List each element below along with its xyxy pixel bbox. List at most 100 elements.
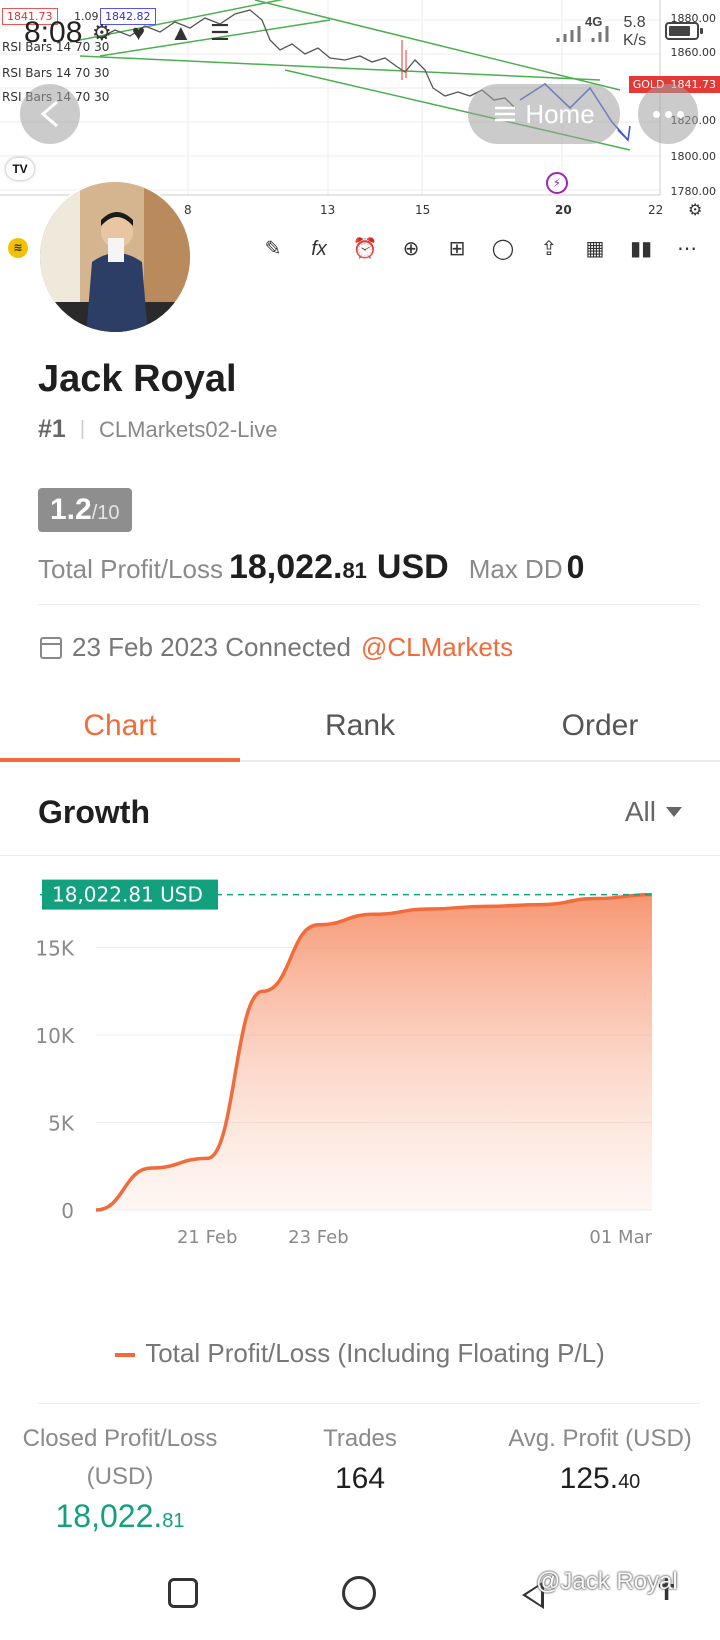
current-value-label: 18,022.81 USD [52, 883, 203, 907]
more-icon[interactable]: ⋯ [672, 234, 702, 264]
y-axis-label: 1800.00 [670, 150, 717, 163]
more-dot-icon [676, 110, 684, 118]
notification-icon: ☰ [210, 20, 230, 45]
pen-icon[interactable]: ✎ [258, 234, 288, 264]
x-tick-label: 01 Mar [589, 1227, 652, 1248]
status-time: 8:08 [24, 16, 83, 49]
legend-swatch [115, 1353, 136, 1358]
back-button[interactable] [20, 84, 80, 144]
alert-icon: ▲ [170, 20, 192, 45]
stat-closed-dec: 81 [162, 1510, 185, 1532]
more-dot-icon [664, 110, 672, 118]
network-speed-value: 5.8 [623, 14, 646, 31]
stat-trades-value: 164 [334, 1462, 386, 1495]
formula-icon[interactable]: fx [304, 234, 334, 264]
y-axis-label: 1780.00 [670, 185, 717, 198]
avatar[interactable] [38, 180, 192, 334]
connected-line: 23 Feb 2023 Connected @CLMarkets [40, 632, 513, 663]
menu-icon [495, 106, 516, 122]
network-speed-unit: K/s [623, 32, 647, 49]
y-tick-label: 20K [35, 870, 74, 873]
home-nav-button[interactable] [342, 1576, 376, 1610]
y-tick-label: 10K [35, 1024, 74, 1048]
calendar-icon[interactable]: ▦ [580, 234, 610, 264]
range-dropdown[interactable]: All [625, 796, 682, 828]
stat-closed-label: Closed Profit/Loss (USD) [22, 1425, 218, 1490]
score-max: /10 [91, 502, 120, 524]
calendar-icon [40, 636, 62, 659]
divider: | [79, 418, 86, 440]
total-pl-decimal: 81 [342, 558, 367, 583]
stat-avg-label: Avg. Profit (USD) [508, 1425, 692, 1452]
tab-order[interactable]: Order [480, 690, 720, 760]
plus-circle-icon[interactable]: ⊕ [396, 234, 426, 264]
score-badge: 1.2 /10 [38, 488, 132, 532]
total-pl-currency: USD [376, 548, 449, 586]
tab-bar: Chart Rank Order [0, 690, 720, 762]
battery-icon [665, 22, 703, 40]
x-axis-label: 8 [184, 203, 192, 217]
score-value: 1.2 [50, 493, 92, 526]
y-tick-label: 5K [48, 1112, 75, 1136]
y-tick-label: 15K [35, 937, 74, 961]
tab-rank[interactable]: Rank [240, 690, 480, 760]
x-axis-label: 20 [555, 203, 572, 217]
growth-chart[interactable]: 0 5K 10K 15K 20K 21 Feb 23 Feb 01 Mar 18,022.8… [0, 870, 720, 1310]
chart-settings-icon[interactable]: ⚙ [688, 200, 702, 220]
legend-label: Total Profit/Loss (Including Floating P/… [145, 1338, 605, 1368]
watermark: @Jack Royal [536, 1568, 678, 1595]
tab-chart[interactable]: Chart [0, 690, 240, 762]
network-speed: 5.8 K/s [623, 14, 646, 50]
x-axis-label: 22 [648, 203, 664, 217]
stats-row: Closed Profit/Loss (USD) 18,022.81 Trade… [0, 1420, 720, 1550]
stat-closed-pl: Closed Profit/Loss (USD) 18,022.81 [0, 1420, 240, 1550]
settings-gear-icon: ⚙ [92, 20, 112, 45]
alarm-icon[interactable]: ⏰ [350, 234, 380, 264]
flash-icon[interactable]: ⚡ [546, 172, 568, 194]
avatar-photo [40, 182, 190, 332]
stat-avg-int: 125. [559, 1462, 619, 1495]
growth-header: Growth All [0, 766, 720, 856]
chevron-left-icon [40, 100, 58, 128]
divider [38, 604, 700, 605]
stat-trades-label: Trades [323, 1425, 397, 1452]
battery-level-fill [669, 26, 690, 36]
connected-date: 23 Feb 2023 Connected [72, 632, 351, 662]
max-dd-value: 0 [566, 549, 585, 585]
max-dd-label: Max DD [468, 554, 563, 584]
stat-closed-int: 18,022. [55, 1498, 163, 1534]
server-name: CLMarkets02-Live [99, 416, 278, 442]
network-type: 4G [585, 14, 603, 29]
x-axis-label: 15 [415, 203, 431, 217]
stat-trades: Trades 164 [240, 1420, 480, 1550]
tradingview-logo-icon: TV [6, 158, 34, 180]
stat-closed-value: 18,022.81 [0, 1498, 240, 1535]
stat-avg-dec: 40 [618, 1471, 641, 1493]
recent-apps-button[interactable] [168, 1578, 198, 1608]
share-icon[interactable]: ⇪ [534, 234, 564, 264]
profile-name: Jack Royal [38, 358, 237, 400]
home-button[interactable]: Home [468, 84, 620, 144]
rank-line: #1 | CLMarkets02-Live [38, 415, 278, 444]
stat-avg-value: 125.40 [480, 1462, 720, 1496]
home-button-label: Home [525, 98, 595, 129]
chart-legend: Total Profit/Loss (Including Floating P/… [0, 1338, 720, 1369]
total-pl-label: Total Profit/Loss [38, 554, 223, 584]
shield-icon: ♥ [132, 20, 146, 45]
stat-avg-profit: Avg. Profit (USD) 125.40 [480, 1420, 720, 1550]
range-value: All [624, 796, 656, 827]
x-axis-label: 13 [320, 203, 336, 217]
total-pl-integer: 18,022. [228, 548, 343, 586]
y-tick-label: 0 [61, 1199, 74, 1223]
growth-title: Growth [38, 794, 150, 830]
total-profit-loss-line: Total Profit/Loss 18,022. 81 USD Max DD … [38, 548, 584, 587]
more-options-button[interactable] [638, 84, 698, 144]
comment-icon[interactable]: ◯ [488, 234, 518, 264]
grid-icon[interactable]: ⊞ [442, 234, 472, 264]
broker-link[interactable]: @CLMarkets [361, 632, 513, 663]
chevron-down-icon [666, 807, 682, 817]
candles-icon[interactable]: ▮▮ [626, 234, 656, 264]
divider [38, 1403, 700, 1404]
indicator-label-2[interactable]: RSI Bars 14 70 30 [2, 66, 109, 80]
x-tick-label: 23 Feb [288, 1227, 349, 1248]
